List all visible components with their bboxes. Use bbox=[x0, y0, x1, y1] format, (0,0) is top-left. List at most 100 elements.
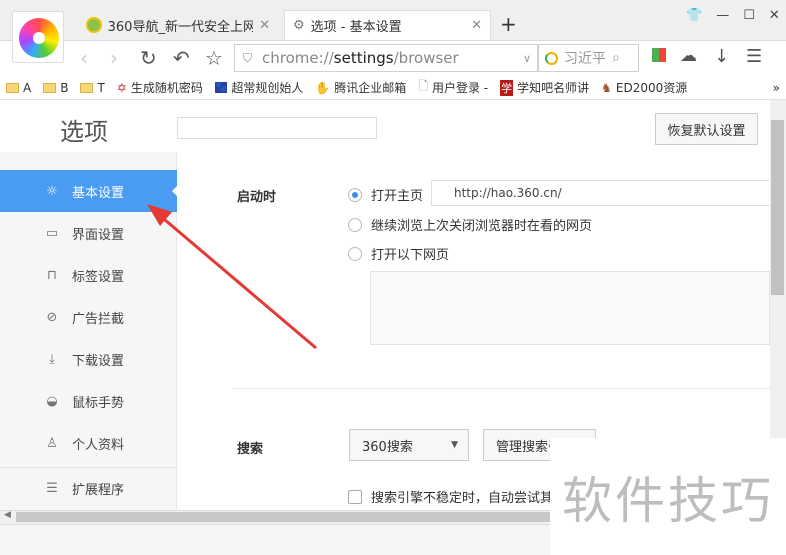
scroll-left-arrow-icon[interactable]: ◀ bbox=[4, 510, 11, 520]
360-search-icon bbox=[545, 51, 558, 65]
sidebar-item-label: 界面设置 bbox=[72, 227, 125, 243]
gear-icon: ⚙ bbox=[293, 18, 305, 33]
bookmark-xuezhiba[interactable]: 学学知吧名师讲 bbox=[494, 79, 595, 96]
sidebar-item-label: 个人资料 bbox=[72, 437, 125, 453]
back-button[interactable]: ‹ bbox=[80, 46, 88, 70]
360-icon bbox=[86, 17, 102, 33]
bookmark-label: 用户登录 - bbox=[431, 81, 489, 95]
sidebar-item-basic[interactable]: ☼ 基本设置 bbox=[0, 170, 178, 212]
sidebar-item-downloads[interactable]: ⤓ 下载设置 bbox=[0, 338, 177, 380]
sidebar-item-adblock[interactable]: ⊘ 广告拦截 bbox=[0, 296, 177, 338]
divider bbox=[232, 388, 770, 389]
folder-icon bbox=[43, 82, 57, 93]
bookmarks-bar: A B T ✡ 生成随机密码 🐾 超常规创始人 ✋ 腾讯企业邮箱 🗋 用户登录 - 学学… bbox=[0, 76, 786, 100]
window-icon: ▭ bbox=[45, 225, 59, 241]
new-tab-button[interactable]: + bbox=[500, 12, 517, 36]
search-label: 搜索 bbox=[237, 442, 264, 457]
startup-option-continue[interactable]: 继续浏览上次关闭浏览器时在看的网页 bbox=[348, 215, 592, 234]
maximize-button[interactable]: ☐ bbox=[743, 8, 755, 23]
bookmarks-more[interactable]: » bbox=[767, 81, 786, 95]
startup-option-homepage[interactable]: 打开主页 bbox=[348, 185, 423, 204]
bookmark-label: B bbox=[60, 80, 69, 95]
folder-icon bbox=[80, 82, 94, 93]
url-host: settings bbox=[333, 49, 394, 67]
sun-icon: ☼ bbox=[46, 183, 58, 199]
homepage-input[interactable]: http://hao.360.cn/ bbox=[431, 180, 771, 206]
watermark: 软件技巧 bbox=[550, 438, 786, 555]
bookmark-label: 超常规创始人 bbox=[231, 81, 304, 95]
reload-button[interactable]: ↻ bbox=[140, 46, 157, 70]
vertical-scroll-thumb[interactable] bbox=[771, 120, 784, 295]
dropdown-arrow-icon: ▼ bbox=[451, 440, 458, 450]
magnifier-icon[interactable]: ⌕ bbox=[612, 50, 620, 66]
reset-defaults-button[interactable]: 恢复默认设置 bbox=[655, 113, 758, 145]
tab-settings[interactable]: ⚙ 选项 - 基本设置 ✕ bbox=[284, 10, 491, 40]
startup-option-pages[interactable]: 打开以下网页 bbox=[348, 244, 449, 263]
engine-value: 360搜索 bbox=[362, 439, 413, 455]
search-placeholder: 习近平 bbox=[564, 51, 606, 67]
skin-icon[interactable]: 👕 bbox=[686, 8, 702, 23]
sidebar-item-tabs[interactable]: ⊓ 标签设置 bbox=[0, 254, 177, 296]
close-window-button[interactable]: ✕ bbox=[769, 8, 780, 23]
option-label: 打开主页 bbox=[371, 189, 424, 204]
tab-icon: ⊓ bbox=[46, 267, 58, 283]
cloud-icon[interactable]: ☁ bbox=[680, 46, 697, 66]
bookmark-b[interactable]: B bbox=[37, 81, 74, 95]
close-tab-icon[interactable]: ✕ bbox=[259, 18, 270, 33]
folder-icon bbox=[6, 82, 19, 93]
minimize-button[interactable]: — bbox=[716, 8, 729, 23]
startup-pages-list[interactable] bbox=[370, 271, 770, 345]
sidebar-item-profile[interactable]: ♙ 个人资料 bbox=[0, 422, 177, 464]
startup-label: 启动时 bbox=[237, 190, 277, 205]
menu-icon[interactable]: ☰ bbox=[746, 46, 762, 67]
bookmark-founder[interactable]: 🐾 超常规创始人 bbox=[209, 79, 309, 96]
more-chevron-icon: » bbox=[772, 80, 780, 95]
sidebar-item-extensions[interactable]: ☰ 扩展程序 bbox=[0, 467, 177, 509]
bookmark-password[interactable]: ✡ 生成随机密码 bbox=[111, 79, 209, 96]
apps-icon[interactable] bbox=[652, 48, 666, 62]
window-controls: 👕 — ☐ ✕ bbox=[686, 8, 780, 23]
option-label: 打开以下网页 bbox=[371, 248, 450, 263]
sidebar-item-label: 广告拦截 bbox=[72, 311, 125, 327]
search-engine-select[interactable]: 360搜索 ▼ bbox=[349, 429, 469, 461]
sidebar-item-interface[interactable]: ▭ 界面设置 bbox=[0, 212, 177, 254]
page-title: 选项 bbox=[60, 118, 108, 146]
mouse-icon: ◒ bbox=[46, 393, 58, 409]
url-path: /browser bbox=[393, 49, 459, 67]
extensions-icon: ☰ bbox=[46, 481, 58, 496]
settings-search-input[interactable] bbox=[177, 117, 377, 139]
chevron-down-icon[interactable]: ∨ bbox=[523, 52, 531, 65]
tab-label: 选项 - 基本设置 bbox=[310, 20, 402, 35]
sidebar-item-gestures[interactable]: ◒ 鼠标手势 bbox=[0, 380, 177, 422]
radio[interactable] bbox=[348, 246, 362, 261]
undo-close-button[interactable]: ↶ bbox=[173, 46, 190, 70]
hand-icon: ✋ bbox=[315, 80, 331, 95]
bookmark-label: 生成随机密码 bbox=[130, 81, 203, 95]
xue-icon: 学 bbox=[500, 79, 514, 96]
bookmark-star-icon[interactable]: ☆ bbox=[205, 46, 223, 70]
sidebar-item-label: 下载设置 bbox=[72, 353, 125, 369]
person-icon: ♙ bbox=[46, 435, 58, 451]
forward-button[interactable]: › bbox=[110, 46, 118, 70]
radio[interactable] bbox=[348, 217, 362, 232]
browser-logo[interactable] bbox=[12, 11, 64, 63]
bookmark-a[interactable]: A bbox=[0, 81, 37, 95]
bookmark-qqmail[interactable]: ✋ 腾讯企业邮箱 bbox=[309, 79, 412, 96]
bookmark-login[interactable]: 🗋 用户登录 - bbox=[412, 77, 494, 98]
paw-icon: 🐾 bbox=[214, 82, 228, 93]
sidebar: ☼ 基本设置 ▭ 界面设置 ⊓ 标签设置 ⊘ 广告拦截 ⤓ 下载设置 ◒ 鼠标手势 ♙ 个人资… bbox=[0, 152, 178, 510]
download-icon[interactable]: ↓ bbox=[714, 46, 729, 67]
option-label: 继续浏览上次关闭浏览器时在看的网页 bbox=[371, 219, 593, 234]
url-prefix: chrome:// bbox=[262, 49, 334, 67]
radio-selected[interactable] bbox=[348, 187, 362, 202]
sidebar-item-label: 鼠标手势 bbox=[72, 395, 125, 411]
bookmark-t[interactable]: T bbox=[74, 81, 110, 95]
bookmark-ed2000[interactable]: ♞ ED2000资源 bbox=[595, 79, 693, 96]
close-tab-icon[interactable]: ✕ bbox=[471, 18, 482, 33]
search-input[interactable]: 习近平 ⌕ bbox=[538, 44, 639, 72]
address-bar[interactable]: ⛉ chrome://settings/browser ∨ bbox=[234, 44, 538, 72]
download-icon: ⤓ bbox=[49, 351, 55, 367]
bookmark-label: 学知吧名师讲 bbox=[517, 81, 590, 95]
checkbox[interactable] bbox=[348, 489, 362, 504]
tab-360-nav[interactable]: 360导航_新一代安全上网导航 ✕ bbox=[78, 10, 278, 40]
